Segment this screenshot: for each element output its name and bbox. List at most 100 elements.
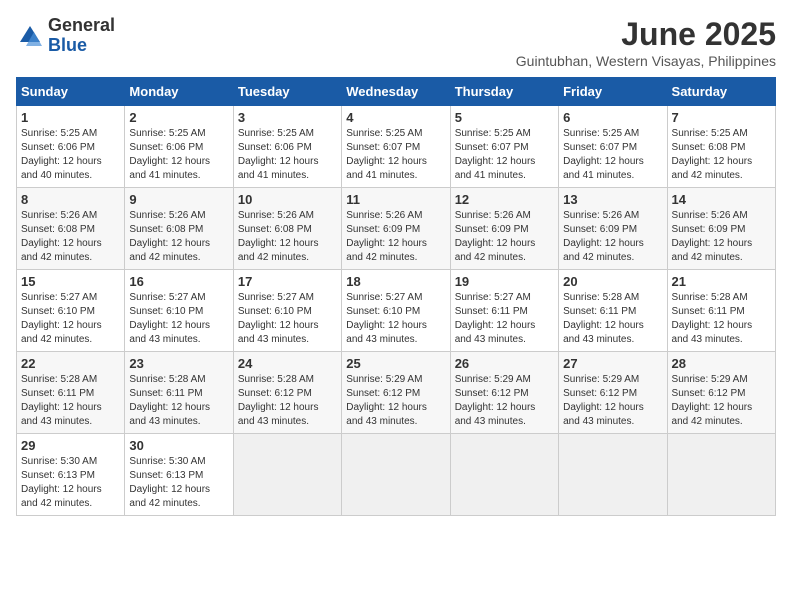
day-number: 19	[455, 274, 554, 289]
table-row: 18Sunrise: 5:27 AM Sunset: 6:10 PM Dayli…	[342, 270, 450, 352]
day-number: 27	[563, 356, 662, 371]
day-info: Sunrise: 5:29 AM Sunset: 6:12 PM Dayligh…	[563, 373, 662, 429]
table-row: 20 Sunrise: 5:28 AM Sunset: 6:11 PM Dayli…	[559, 270, 667, 352]
calendar-row: 1 Sunrise: 5:25 AM Sunset: 6:06 PM Daylig…	[17, 106, 776, 188]
day-info: Sunrise: 5:25 AM Sunset: 6:06 PM Dayligh…	[238, 127, 337, 183]
day-number: 16	[129, 274, 228, 289]
day-number: 12	[455, 192, 554, 207]
day-number: 1	[21, 110, 120, 125]
day-info: Sunrise: 5:28 AM Sunset: 6:11 PM Dayligh…	[672, 291, 771, 347]
day-number: 29	[21, 438, 120, 453]
day-info: Sunrise: 5:25 AM Sunset: 6:07 PM Dayligh…	[455, 127, 554, 183]
table-row	[342, 434, 450, 516]
header-tuesday: Tuesday	[233, 78, 341, 106]
day-info: Sunrise: 5:27 AM Sunset: 6:10 PM Dayligh…	[21, 291, 120, 347]
page-header: General Blue June 2025 Guintubhan, Weste…	[16, 16, 776, 69]
table-row: 30 Sunrise: 5:30 AM Sunset: 6:13 PM Dayli…	[125, 434, 233, 516]
table-row: 27 Sunrise: 5:29 AM Sunset: 6:12 PM Dayli…	[559, 352, 667, 434]
day-info: Sunrise: 5:28 AM Sunset: 6:11 PM Dayligh…	[129, 373, 228, 429]
day-number: 5	[455, 110, 554, 125]
header-thursday: Thursday	[450, 78, 558, 106]
table-row: 28 Sunrise: 5:29 AM Sunset: 6:12 PM Dayli…	[667, 352, 775, 434]
day-info: Sunrise: 5:25 AM Sunset: 6:06 PM Dayligh…	[21, 127, 120, 183]
title-area: June 2025 Guintubhan, Western Visayas, P…	[516, 16, 776, 69]
calendar-row: 29 Sunrise: 5:30 AM Sunset: 6:13 PM Dayli…	[17, 434, 776, 516]
table-row: 10Sunrise: 5:26 AM Sunset: 6:08 PM Dayli…	[233, 188, 341, 270]
table-row: 5 Sunrise: 5:25 AM Sunset: 6:07 PM Daylig…	[450, 106, 558, 188]
logo: General Blue	[16, 16, 115, 56]
table-row: 14 Sunrise: 5:26 AM Sunset: 6:09 PM Dayli…	[667, 188, 775, 270]
day-info: Sunrise: 5:27 AM Sunset: 6:11 PM Dayligh…	[455, 291, 554, 347]
day-number: 25	[346, 356, 445, 371]
day-info: Sunrise: 5:25 AM Sunset: 6:06 PM Dayligh…	[129, 127, 228, 183]
day-info: Sunrise: 5:26 AM Sunset: 6:09 PM Dayligh…	[455, 209, 554, 265]
table-row: 29Sunrise: 5:30 AM Sunset: 6:13 PM Dayli…	[17, 434, 125, 516]
day-number: 7	[672, 110, 771, 125]
table-row: 6 Sunrise: 5:25 AM Sunset: 6:07 PM Daylig…	[559, 106, 667, 188]
header-friday: Friday	[559, 78, 667, 106]
table-row: 22 Sunrise: 5:28 AM Sunset: 6:11 PM Dayli…	[17, 352, 125, 434]
logo-text: General Blue	[48, 16, 115, 56]
day-info: Sunrise: 5:28 AM Sunset: 6:11 PM Dayligh…	[21, 373, 120, 429]
day-number: 23	[129, 356, 228, 371]
table-row: 7 Sunrise: 5:25 AM Sunset: 6:08 PM Daylig…	[667, 106, 775, 188]
table-row: 21 Sunrise: 5:28 AM Sunset: 6:11 PM Dayli…	[667, 270, 775, 352]
day-info: Sunrise: 5:26 AM Sunset: 6:08 PM Dayligh…	[129, 209, 228, 265]
table-row	[667, 434, 775, 516]
table-row	[233, 434, 341, 516]
day-number: 17	[238, 274, 337, 289]
table-row: 24Sunrise: 5:28 AM Sunset: 6:12 PM Dayli…	[233, 352, 341, 434]
table-row: 2 Sunrise: 5:25 AM Sunset: 6:06 PM Daylig…	[125, 106, 233, 188]
calendar-row: 15 Sunrise: 5:27 AM Sunset: 6:10 PM Dayli…	[17, 270, 776, 352]
month-title: June 2025	[516, 16, 776, 53]
logo-general: General	[48, 15, 115, 35]
day-info: Sunrise: 5:26 AM Sunset: 6:09 PM Dayligh…	[563, 209, 662, 265]
table-row	[450, 434, 558, 516]
day-info: Sunrise: 5:26 AM Sunset: 6:09 PM Dayligh…	[672, 209, 771, 265]
table-row	[559, 434, 667, 516]
day-number: 18	[346, 274, 445, 289]
day-number: 11	[346, 192, 445, 207]
day-number: 30	[129, 438, 228, 453]
day-info: Sunrise: 5:26 AM Sunset: 6:08 PM Dayligh…	[21, 209, 120, 265]
header-monday: Monday	[125, 78, 233, 106]
day-number: 15	[21, 274, 120, 289]
day-number: 6	[563, 110, 662, 125]
day-number: 20	[563, 274, 662, 289]
day-info: Sunrise: 5:30 AM Sunset: 6:13 PM Dayligh…	[129, 455, 228, 511]
day-number: 21	[672, 274, 771, 289]
table-row: 3Sunrise: 5:25 AM Sunset: 6:06 PM Daylig…	[233, 106, 341, 188]
day-info: Sunrise: 5:29 AM Sunset: 6:12 PM Dayligh…	[455, 373, 554, 429]
day-info: Sunrise: 5:25 AM Sunset: 6:07 PM Dayligh…	[563, 127, 662, 183]
day-number: 22	[21, 356, 120, 371]
table-row: 8Sunrise: 5:26 AM Sunset: 6:08 PM Daylig…	[17, 188, 125, 270]
table-row: 23 Sunrise: 5:28 AM Sunset: 6:11 PM Dayli…	[125, 352, 233, 434]
table-row: 16Sunrise: 5:27 AM Sunset: 6:10 PM Dayli…	[125, 270, 233, 352]
table-row: 26Sunrise: 5:29 AM Sunset: 6:12 PM Dayli…	[450, 352, 558, 434]
header-saturday: Saturday	[667, 78, 775, 106]
day-info: Sunrise: 5:29 AM Sunset: 6:12 PM Dayligh…	[672, 373, 771, 429]
header-wednesday: Wednesday	[342, 78, 450, 106]
table-row: 15 Sunrise: 5:27 AM Sunset: 6:10 PM Dayli…	[17, 270, 125, 352]
header-sunday: Sunday	[17, 78, 125, 106]
calendar-row: 22 Sunrise: 5:28 AM Sunset: 6:11 PM Dayli…	[17, 352, 776, 434]
table-row: 19 Sunrise: 5:27 AM Sunset: 6:11 PM Dayli…	[450, 270, 558, 352]
day-number: 2	[129, 110, 228, 125]
day-number: 10	[238, 192, 337, 207]
table-row: 13Sunrise: 5:26 AM Sunset: 6:09 PM Dayli…	[559, 188, 667, 270]
day-number: 14	[672, 192, 771, 207]
day-number: 4	[346, 110, 445, 125]
table-row: 1 Sunrise: 5:25 AM Sunset: 6:06 PM Daylig…	[17, 106, 125, 188]
day-info: Sunrise: 5:25 AM Sunset: 6:08 PM Dayligh…	[672, 127, 771, 183]
logo-icon	[16, 22, 44, 50]
table-row: 25Sunrise: 5:29 AM Sunset: 6:12 PM Dayli…	[342, 352, 450, 434]
day-info: Sunrise: 5:28 AM Sunset: 6:11 PM Dayligh…	[563, 291, 662, 347]
table-row: 17Sunrise: 5:27 AM Sunset: 6:10 PM Dayli…	[233, 270, 341, 352]
day-number: 28	[672, 356, 771, 371]
table-row: 11Sunrise: 5:26 AM Sunset: 6:09 PM Dayli…	[342, 188, 450, 270]
day-number: 24	[238, 356, 337, 371]
logo-blue: Blue	[48, 35, 87, 55]
calendar-row: 8Sunrise: 5:26 AM Sunset: 6:08 PM Daylig…	[17, 188, 776, 270]
calendar-table: Sunday Monday Tuesday Wednesday Thursday…	[16, 77, 776, 516]
day-info: Sunrise: 5:25 AM Sunset: 6:07 PM Dayligh…	[346, 127, 445, 183]
